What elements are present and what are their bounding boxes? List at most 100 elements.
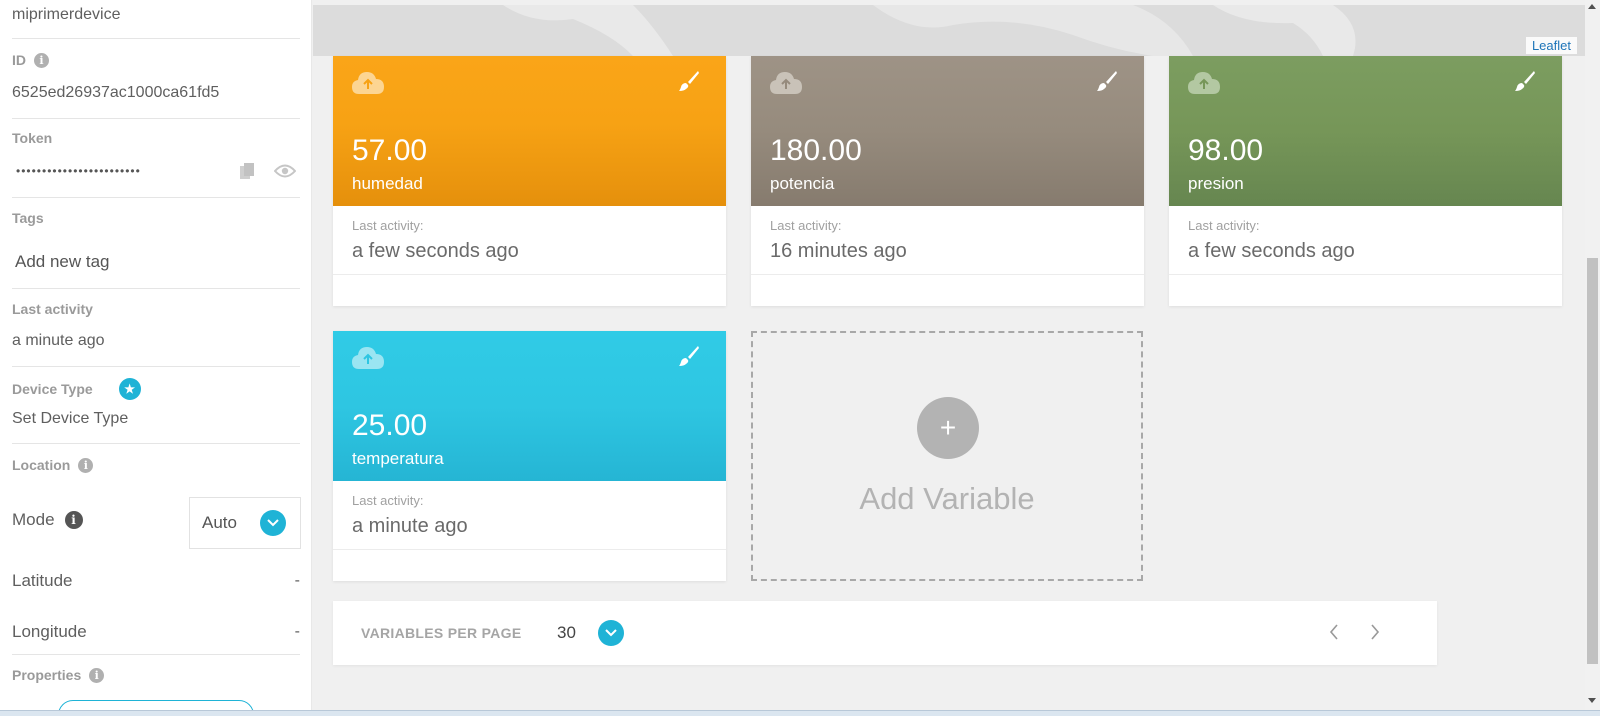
add-variable-tile[interactable]: + Add Variable (751, 331, 1143, 581)
id-heading: ID i (12, 52, 300, 68)
divider (12, 443, 300, 444)
paint-brush-icon[interactable] (678, 70, 700, 97)
mode-label: Mode (12, 510, 55, 529)
device-name[interactable]: miprimerdevice (12, 6, 300, 24)
location-heading: Location i (12, 457, 300, 473)
card-header: 57.00 humedad (333, 56, 726, 206)
divider (1169, 274, 1562, 275)
variable-value: 57.00 (352, 134, 428, 167)
variable-name: presion (1188, 174, 1244, 193)
device-id-value: 6525ed26937ac1000ca61fd5 (12, 84, 220, 101)
divider (12, 38, 300, 39)
divider (12, 366, 300, 367)
cloud-upload-icon (351, 345, 385, 376)
card-footer: Last activity: 16 minutes ago (751, 206, 1144, 306)
window-bottom-edge (0, 710, 1600, 716)
chevron-down-icon[interactable] (598, 620, 624, 646)
star-icon[interactable]: ★ (118, 378, 141, 400)
device-type-label: Device Type (12, 381, 93, 397)
divider (12, 288, 300, 289)
device-type-heading: Device Type ★ (12, 378, 300, 400)
variable-name: potencia (770, 174, 835, 193)
properties-label: Properties (12, 667, 82, 683)
variables-per-page-label: VARIABLES PER PAGE (361, 625, 522, 641)
cloud-upload-icon (769, 70, 803, 101)
card-header: 98.00 presion (1169, 56, 1562, 206)
cloud-upload-icon (351, 70, 385, 101)
divider (751, 274, 1144, 275)
last-activity-value: a few seconds ago (352, 240, 519, 262)
last-activity-label: Last activity: (1188, 218, 1260, 233)
divider (12, 118, 300, 119)
tags-label: Tags (12, 210, 44, 226)
chevron-left-icon[interactable] (1328, 623, 1340, 646)
cloud-upload-icon (1187, 70, 1221, 101)
card-header: 180.00 potencia (751, 56, 1144, 206)
variables-per-page-value[interactable]: 30 (557, 623, 576, 643)
card-footer: Last activity: a few seconds ago (333, 206, 726, 306)
last-activity-label: Last activity: (352, 218, 424, 233)
add-variable-label[interactable]: Add Variable (753, 481, 1141, 517)
divider (333, 549, 726, 550)
divider (333, 274, 726, 275)
chevron-right-icon[interactable] (1369, 623, 1381, 646)
divider (12, 197, 300, 198)
last-activity-value: a few seconds ago (1188, 240, 1355, 262)
copy-icon[interactable] (239, 162, 256, 180)
last-activity-label: Last activity: (770, 218, 842, 233)
last-activity-label: Last activity: (352, 493, 424, 508)
divider (12, 654, 300, 655)
last-activity-label: Last activity (12, 301, 93, 317)
info-icon[interactable]: i (64, 511, 83, 529)
app-window: miprimerdevice ID i 6525ed26937ac1000ca6… (0, 0, 1600, 716)
variable-name: temperatura (352, 449, 444, 468)
latitude-row: Latitude - (12, 571, 300, 591)
paint-brush-icon[interactable] (1096, 70, 1118, 97)
variable-value: 180.00 (770, 134, 862, 167)
chevron-down-icon[interactable] (260, 510, 286, 536)
scroll-up-arrow-icon[interactable] (1588, 4, 1596, 9)
variable-card-temperatura[interactable]: 25.00 temperatura Last activity: a minut… (333, 331, 726, 581)
last-activity-value: 16 minutes ago (770, 240, 907, 262)
info-icon[interactable]: i (34, 52, 49, 68)
id-label: ID (12, 52, 26, 68)
add-property-button[interactable] (58, 700, 254, 710)
token-value: •••••••••••••••••••••••• (16, 164, 141, 178)
mode-select[interactable]: Auto (189, 497, 301, 549)
longitude-value: - (294, 623, 300, 640)
longitude-label: Longitude (12, 622, 87, 641)
variable-name: humedad (352, 174, 423, 193)
eye-icon[interactable] (274, 164, 296, 178)
add-tag-input[interactable]: Add new tag (15, 252, 303, 272)
variable-card-humedad[interactable]: 57.00 humedad Last activity: a few secon… (333, 56, 726, 306)
scroll-down-arrow-icon[interactable] (1588, 698, 1596, 703)
variable-value: 25.00 (352, 409, 428, 442)
page-scrollbar[interactable] (1585, 0, 1600, 710)
tags-heading: Tags (12, 210, 300, 226)
token-heading: Token (12, 130, 300, 146)
set-device-type-link[interactable]: Set Device Type (12, 410, 300, 428)
leaflet-attribution-link[interactable]: Leaflet (1525, 37, 1577, 54)
scrollbar-thumb[interactable] (1587, 258, 1598, 664)
paint-brush-icon[interactable] (1514, 70, 1536, 97)
last-activity-heading: Last activity (12, 301, 300, 317)
location-map[interactable]: Leaflet (313, 5, 1585, 56)
variable-card-presion[interactable]: 98.00 presion Last activity: a few secon… (1169, 56, 1562, 306)
map-land-shapes (503, 5, 1356, 56)
variable-card-potencia[interactable]: 180.00 potencia Last activity: 16 minute… (751, 56, 1144, 306)
pagination-bar: VARIABLES PER PAGE 30 (333, 601, 1437, 665)
last-activity-value: a minute ago (12, 332, 105, 349)
properties-heading: Properties i (12, 667, 300, 683)
info-icon[interactable]: i (78, 457, 94, 473)
plus-icon[interactable]: + (917, 397, 979, 459)
device-sidebar: miprimerdevice ID i 6525ed26937ac1000ca6… (0, 0, 312, 710)
card-header: 25.00 temperatura (333, 331, 726, 481)
latitude-value: - (294, 572, 300, 589)
last-activity-value: a minute ago (352, 515, 468, 537)
paint-brush-icon[interactable] (678, 345, 700, 372)
longitude-row: Longitude - (12, 622, 300, 642)
info-icon[interactable]: i (89, 667, 105, 683)
token-row: •••••••••••••••••••••••• (16, 162, 296, 180)
mode-value: Auto (202, 513, 237, 532)
variable-value: 98.00 (1188, 134, 1264, 167)
